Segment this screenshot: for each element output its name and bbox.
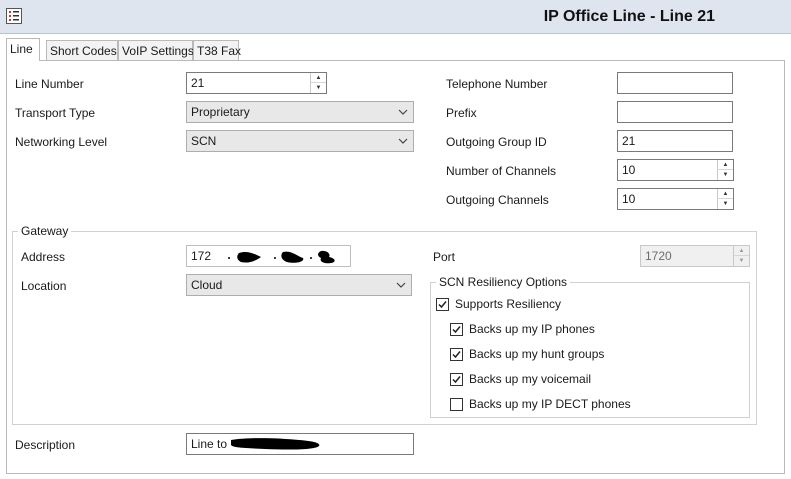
address-label: Address [21,250,66,264]
check-mark-icon [452,351,461,359]
checkbox-label: Backs up my hunt groups [469,347,605,361]
port-value: 1720 [645,249,672,263]
checkbox-label: Supports Resiliency [455,297,562,311]
number-of-channels-spinner[interactable]: ▲ ▼ [717,160,733,180]
redaction-mark [231,438,320,450]
description-field[interactable]: Line to [186,433,414,455]
description-label: Description [15,438,76,452]
spin-up-icon[interactable]: ▲ [718,160,733,170]
list-icon [6,8,22,24]
location-select[interactable]: Cloud [186,274,412,296]
checkbox-box[interactable] [450,398,463,411]
title-bar: IP Office Line - Line 21 [0,0,791,34]
checkbox-box[interactable] [450,323,463,336]
telephone-number-field[interactable] [617,72,733,94]
transport-type-select[interactable]: Proprietary [186,101,414,123]
tab-short-codes[interactable]: Short Codes [46,40,118,60]
transport-type-label: Transport Type [15,106,96,120]
spin-down-icon[interactable]: ▼ [311,83,326,93]
tab-voip-settings[interactable]: VoIP Settings [118,40,194,60]
gateway-group-title: Gateway [18,224,72,238]
line-number-field[interactable]: 21 ▲ ▼ [186,72,327,94]
checkbox-label: Backs up my IP phones [469,322,595,336]
checkbox-box[interactable] [436,298,449,311]
tab-line[interactable]: Line [6,38,40,61]
location-label: Location [21,279,67,293]
check-mark-icon [452,326,461,334]
spin-up-icon: ▲ [734,246,749,256]
number-of-channels-field[interactable]: 10 ▲ ▼ [617,159,734,181]
spin-up-icon[interactable]: ▲ [718,189,733,199]
outgoing-group-id-label: Outgoing Group ID [446,135,547,149]
networking-level-value: SCN [191,134,217,148]
resiliency-group-title: SCN Resiliency Options [436,275,571,289]
networking-level-label: Networking Level [15,135,108,149]
address-field[interactable]: 172 [186,245,351,267]
chevron-down-icon [398,109,408,115]
line-number-label: Line Number [15,77,84,91]
spin-down-icon[interactable]: ▼ [718,199,733,209]
outgoing-channels-field[interactable]: 10 ▲ ▼ [617,188,734,210]
checkbox-box[interactable] [450,348,463,361]
window-title: IP Office Line - Line 21 [543,8,715,25]
number-of-channels-value: 10 [622,163,636,177]
outgoing-channels-label: Outgoing Channels [446,193,549,207]
description-value: Line to [191,437,228,451]
address-value: 172 [191,249,212,263]
number-of-channels-label: Number of Channels [446,164,557,178]
prefix-label: Prefix [446,106,477,120]
chevron-down-icon [396,282,406,288]
spin-down-icon: ▼ [738,258,745,264]
spin-down-icon[interactable]: ▼ [718,170,733,180]
checkbox-box[interactable] [450,373,463,386]
check-mark-icon [452,376,461,384]
port-spinner: ▲ ▼ [733,246,749,266]
port-label: Port [433,250,456,264]
line-number-value: 21 [191,76,205,90]
prefix-field[interactable] [617,101,733,123]
outgoing-channels-value: 10 [622,192,636,206]
outgoing-channels-spinner[interactable]: ▲ ▼ [717,189,733,209]
checkbox-label: Backs up my voicemail [469,372,592,386]
redaction-mark [228,250,335,264]
checkbox-label: Backs up my IP DECT phones [469,397,631,411]
outgoing-group-id-field[interactable]: 21 [617,130,733,152]
chevron-down-icon [398,138,408,144]
tab-t38-fax[interactable]: T38 Fax [193,40,241,60]
networking-level-select[interactable]: SCN [186,130,414,152]
check-mark-icon [438,301,447,309]
transport-type-value: Proprietary [191,105,250,119]
location-value: Cloud [191,278,223,292]
telephone-number-label: Telephone Number [446,77,548,91]
spin-up-icon[interactable]: ▲ [311,73,326,83]
port-field: 1720 ▲ ▼ [640,245,750,267]
line-number-spinner[interactable]: ▲ ▼ [310,73,326,93]
